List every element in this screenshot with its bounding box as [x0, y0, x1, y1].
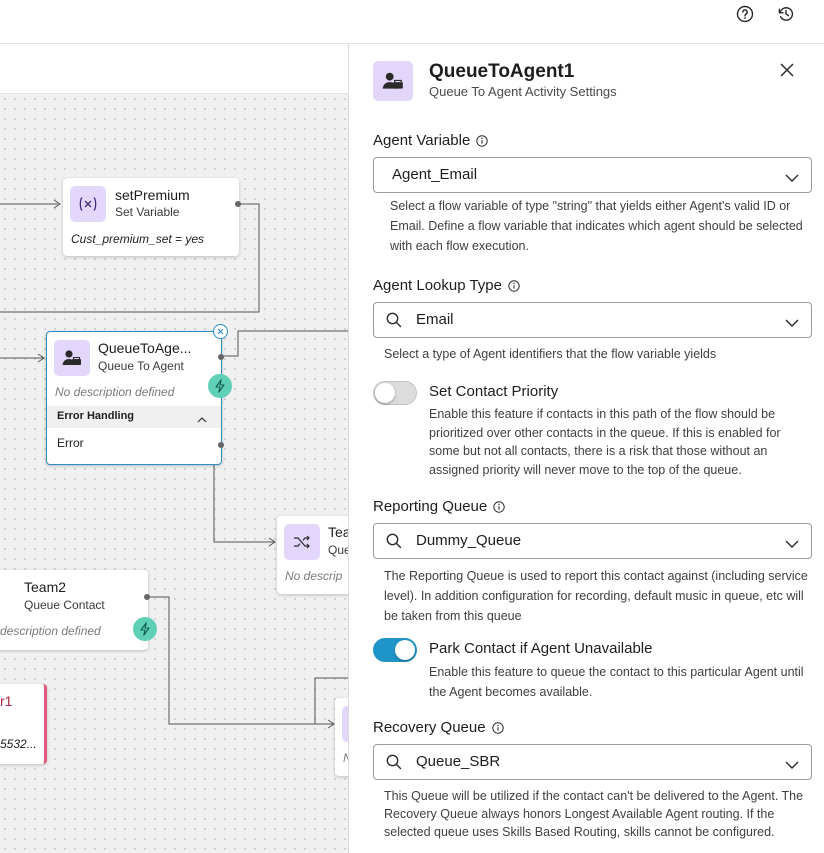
agent-variable-help: Select a flow variable of type "string" … — [390, 199, 803, 253]
output-port[interactable] — [144, 594, 150, 600]
queue-agent-icon — [373, 61, 413, 101]
node-variable-value: 5532... — [0, 737, 37, 751]
chevron-down-icon[interactable] — [785, 536, 799, 554]
error-output-label: Error — [57, 436, 84, 450]
node-description: description defined — [0, 624, 101, 638]
error-handling-header[interactable]: Error Handling — [47, 406, 221, 428]
agent-lookup-type-label-text: Agent Lookup Type — [373, 277, 502, 294]
chevron-down-icon[interactable] — [785, 170, 799, 188]
search-icon — [386, 312, 402, 333]
panel-subtitle: Queue To Agent Activity Settings — [429, 84, 617, 99]
reporting-queue-help: The Reporting Queue is used to report th… — [384, 569, 808, 623]
park-contact-label: Park Contact if Agent Unavailable — [429, 640, 653, 657]
recovery-queue-help: This Queue will be utilized if the conta… — [384, 789, 804, 839]
node-set-premium[interactable]: setPremium Set Variable Cust_premium_set… — [63, 178, 241, 256]
agent-variable-select[interactable]: Agent_Email — [373, 157, 812, 193]
node-description: No description defined — [55, 385, 175, 399]
node-title: QueueToAge... — [98, 340, 192, 356]
node-team-partial[interactable]: Tea Que No descrip — [277, 516, 348, 594]
event-bolt-icon[interactable] — [133, 617, 157, 641]
info-icon[interactable] — [476, 134, 488, 147]
recovery-queue-label-text: Recovery Queue — [373, 719, 486, 736]
recovery-queue-value: Queue_SBR — [416, 753, 501, 770]
chevron-down-icon[interactable] — [785, 315, 799, 333]
reporting-queue-select[interactable]: Dummy_Queue — [373, 523, 812, 559]
agent-variable-value: Agent_Email — [392, 166, 478, 183]
agent-lookup-type-select[interactable]: Email — [373, 302, 812, 338]
set-contact-priority-toggle[interactable] — [373, 381, 417, 405]
reporting-queue-label-text: Reporting Queue — [373, 498, 488, 515]
node-description: No descrip — [285, 569, 343, 583]
error-handling-label: Error Handling — [57, 410, 135, 422]
node-subtitle: Que — [328, 543, 348, 557]
canvas-toolbar — [0, 45, 348, 94]
node-title: r1 — [0, 693, 13, 709]
close-icon[interactable] — [777, 60, 797, 80]
panel-title: QueueToAgent1 — [429, 61, 575, 82]
event-bolt-icon[interactable] — [208, 374, 232, 398]
node-subtitle: Queue Contact — [24, 598, 105, 612]
output-port[interactable] — [218, 354, 224, 360]
info-icon[interactable] — [508, 279, 520, 292]
recovery-queue-select[interactable]: Queue_SBR — [373, 744, 812, 780]
remove-node-icon[interactable] — [213, 324, 228, 339]
node-title: Tea — [328, 524, 348, 540]
node-queue-to-agent[interactable]: QueueToAge... Queue To Agent No descript… — [46, 324, 232, 465]
agent-lookup-type-label: Agent Lookup Type — [373, 277, 520, 294]
agent-lookup-type-help: Select a type of Agent identifiers that … — [384, 347, 717, 361]
output-port[interactable] — [235, 201, 241, 207]
set-contact-priority-help: Enable this feature if contacts in this … — [429, 407, 781, 477]
chevron-up-icon[interactable] — [197, 411, 207, 429]
info-icon[interactable] — [491, 721, 504, 734]
info-icon[interactable] — [493, 500, 505, 513]
node-team2[interactable]: Team2 Queue Contact description defined — [0, 570, 157, 650]
reporting-queue-label: Reporting Queue — [373, 498, 505, 515]
top-bar — [0, 0, 824, 44]
chevron-down-icon[interactable] — [785, 757, 799, 775]
toggle-knob — [375, 383, 395, 403]
node-title: setPremium — [115, 187, 190, 203]
park-contact-toggle[interactable] — [373, 638, 417, 662]
help-circle-icon[interactable] — [735, 4, 755, 24]
shuffle-icon — [284, 524, 320, 560]
node-error-partial[interactable]: r1 5532... — [0, 684, 47, 764]
agent-variable-label: Agent Variable — [373, 132, 488, 149]
recovery-queue-label: Recovery Queue — [373, 719, 504, 736]
agent-lookup-type-value: Email — [416, 311, 454, 328]
queue-agent-icon — [54, 340, 90, 376]
search-icon — [386, 533, 402, 554]
search-icon — [386, 754, 402, 775]
activity-settings-panel: QueueToAgent1 Queue To Agent Activity Se… — [348, 44, 824, 853]
toggle-knob — [395, 640, 415, 660]
variable-icon — [70, 186, 106, 222]
set-contact-priority-label: Set Contact Priority — [429, 383, 559, 400]
reporting-queue-value: Dummy_Queue — [416, 532, 522, 549]
history-icon[interactable] — [776, 4, 796, 24]
node-title: Team2 — [24, 579, 67, 595]
node-variable-value: Cust_premium_set = yes — [71, 232, 205, 246]
node-partial-right[interactable]: N — [335, 698, 348, 776]
node-subtitle: Set Variable — [115, 205, 180, 219]
park-contact-help: Enable this feature to queue the contact… — [429, 665, 804, 699]
error-port[interactable] — [218, 442, 224, 448]
flow-canvas[interactable]: setPremium Set Variable Cust_premium_set… — [0, 94, 348, 853]
agent-variable-label-text: Agent Variable — [373, 132, 471, 149]
node-subtitle: Queue To Agent — [98, 359, 184, 373]
